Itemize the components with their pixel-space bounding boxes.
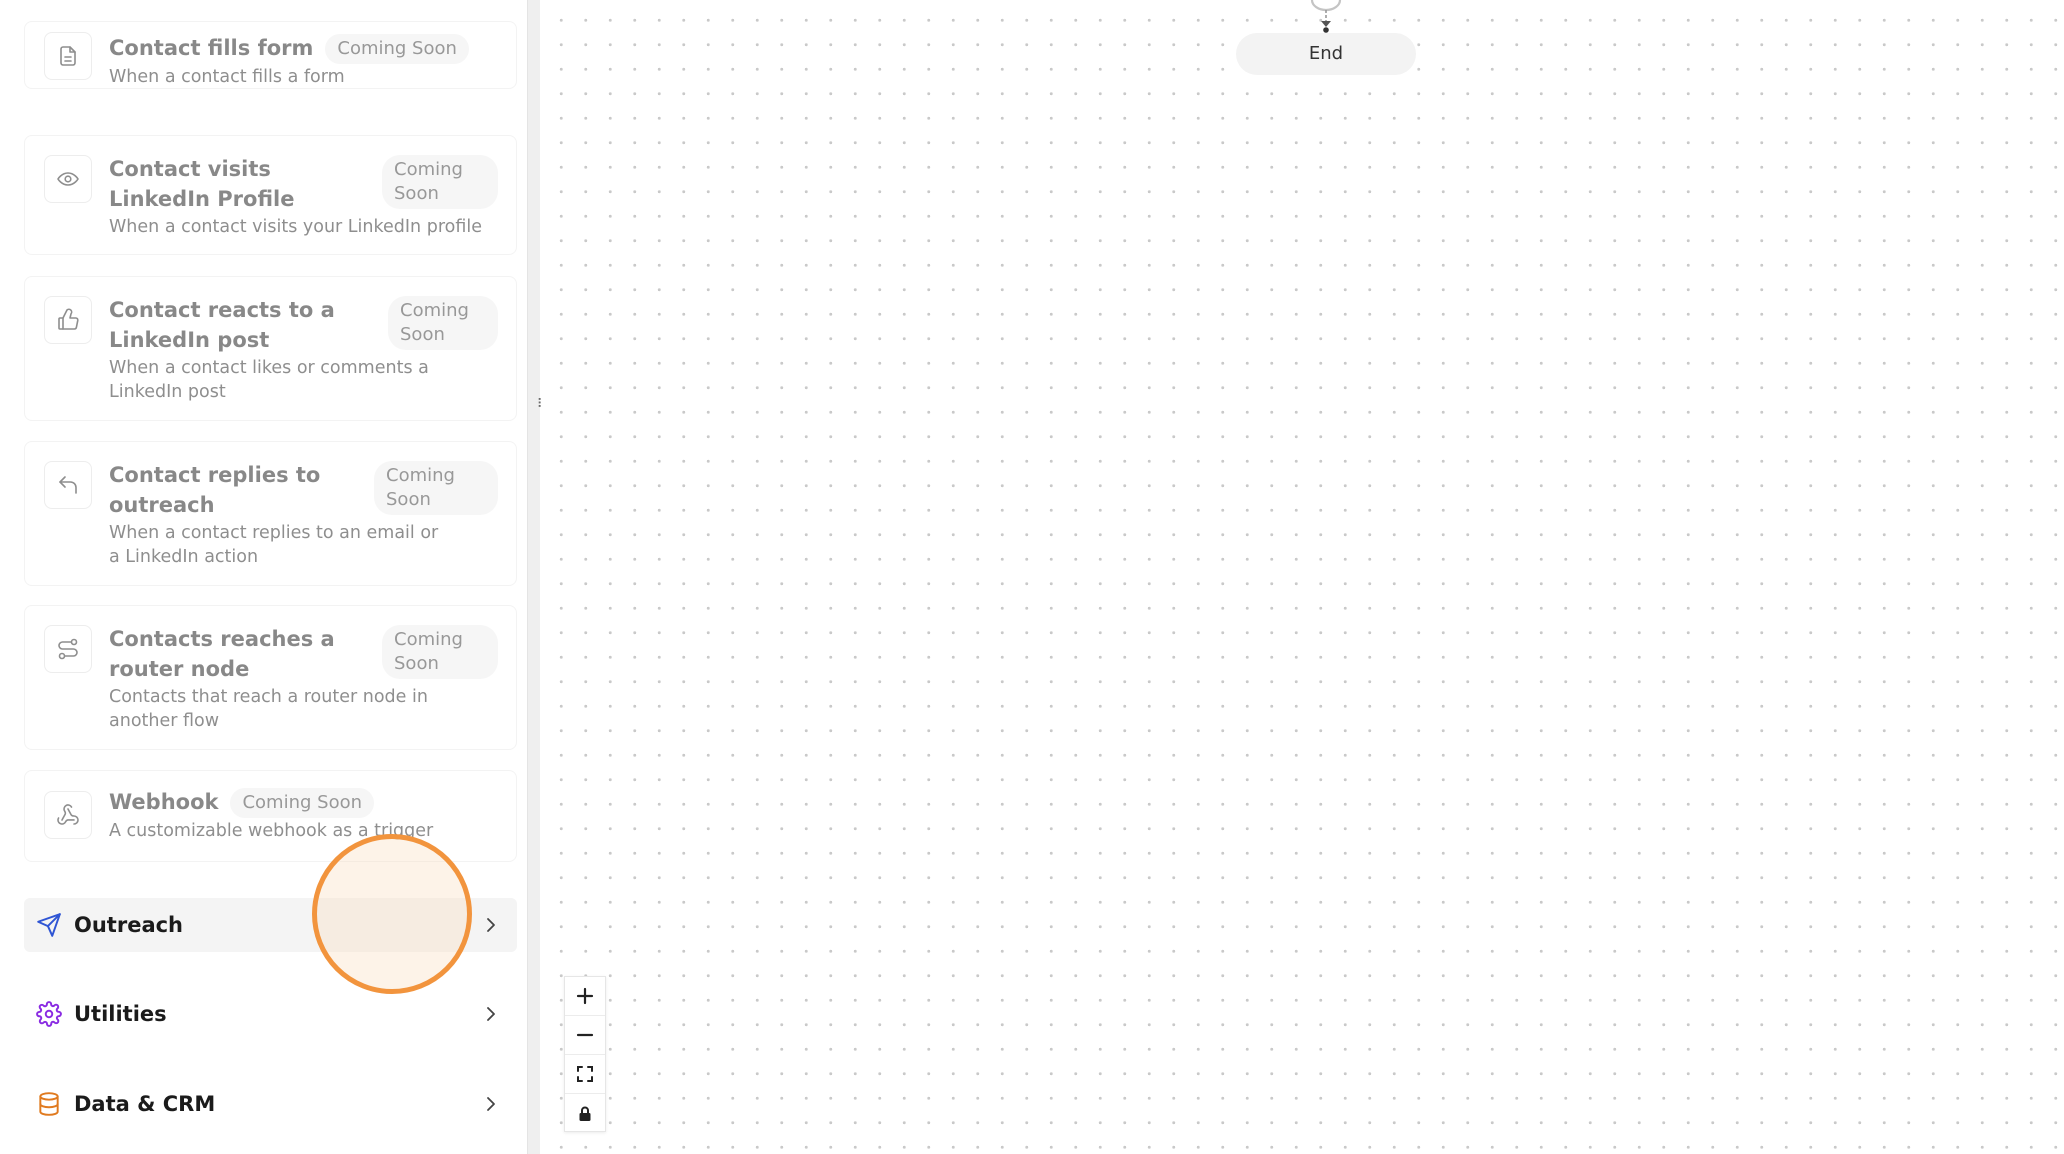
gear-icon (36, 1001, 62, 1027)
trigger-title: Contact fills form (109, 36, 314, 60)
trigger-description: Contacts that reach a router node in ano… (109, 687, 428, 731)
trigger-card-contact-reacts-post[interactable]: Contact reacts to a LinkedIn post Coming… (24, 276, 517, 421)
plus-icon (576, 987, 594, 1005)
coming-soon-badge: Coming Soon (382, 155, 498, 209)
app-root: Contact fills form Coming Soon When a co… (0, 0, 2064, 1154)
database-icon (36, 1091, 62, 1117)
trigger-description: When a contact fills a form (109, 67, 345, 87)
category-utilities[interactable]: Utilities (24, 987, 517, 1041)
coming-soon-badge: Coming Soon (325, 34, 469, 64)
trigger-card-router-node[interactable]: Contacts reaches a router node Coming So… (24, 605, 517, 750)
cursor-highlight (312, 834, 472, 994)
trigger-description: A customizable webhook as a trigger (109, 821, 434, 841)
webhook-icon (44, 791, 92, 839)
eye-icon (44, 155, 92, 203)
trigger-card-contact-fills-form[interactable]: Contact fills form Coming Soon When a co… (24, 21, 517, 89)
zoom-in-button[interactable] (565, 977, 605, 1016)
trigger-title: Contacts reaches a router node (109, 627, 335, 681)
fit-view-icon (577, 1066, 593, 1082)
canvas-controls (564, 976, 606, 1132)
trigger-title: Contact visits LinkedIn Profile (109, 157, 295, 211)
route-icon (44, 625, 92, 673)
minus-icon (576, 1033, 594, 1037)
chevron-right-icon (487, 1007, 495, 1021)
chevron-right-icon (487, 1097, 495, 1111)
zoom-out-button[interactable] (565, 1016, 605, 1055)
trigger-description: When a contact likes or comments a Linke… (109, 358, 429, 402)
document-icon (44, 32, 92, 80)
thumbs-up-icon (44, 296, 92, 344)
trigger-title: Webhook (109, 790, 219, 814)
category-label: Data & CRM (74, 1092, 216, 1116)
category-label: Utilities (74, 1002, 167, 1026)
fit-view-button[interactable] (565, 1055, 605, 1094)
send-icon (36, 912, 62, 938)
category-data-crm[interactable]: Data & CRM (24, 1077, 517, 1131)
coming-soon-badge: Coming Soon (388, 296, 498, 350)
chevron-right-icon (487, 918, 495, 932)
trigger-title: Contact reacts to a LinkedIn post (109, 298, 335, 352)
sidebar-scrollbar[interactable] (527, 0, 540, 1154)
coming-soon-badge: Coming Soon (374, 461, 498, 515)
node-library-sidebar: Contact fills form Coming Soon When a co… (0, 0, 528, 1154)
coming-soon-badge: Coming Soon (230, 788, 374, 818)
reply-icon (44, 461, 92, 509)
category-label: Outreach (74, 913, 184, 937)
trigger-card-webhook[interactable]: Webhook Coming Soon A customizable webho… (24, 770, 517, 862)
flow-canvas[interactable] (541, 0, 2064, 1154)
edge-connector (1310, 0, 1342, 33)
lock-icon (579, 1106, 591, 1121)
trigger-card-contact-replies[interactable]: Contact replies to outreach Coming Soon … (24, 441, 517, 586)
trigger-card-contact-visits-linkedin[interactable]: Contact visits LinkedIn Profile Coming S… (24, 135, 517, 255)
trigger-description: When a contact replies to an email or a … (109, 523, 439, 567)
coming-soon-badge: Coming Soon (382, 625, 498, 679)
end-node[interactable]: End (1236, 33, 1416, 75)
trigger-title: Contact replies to outreach (109, 463, 321, 517)
lock-button[interactable] (565, 1094, 605, 1133)
trigger-description: When a contact visits your LinkedIn prof… (109, 217, 482, 237)
